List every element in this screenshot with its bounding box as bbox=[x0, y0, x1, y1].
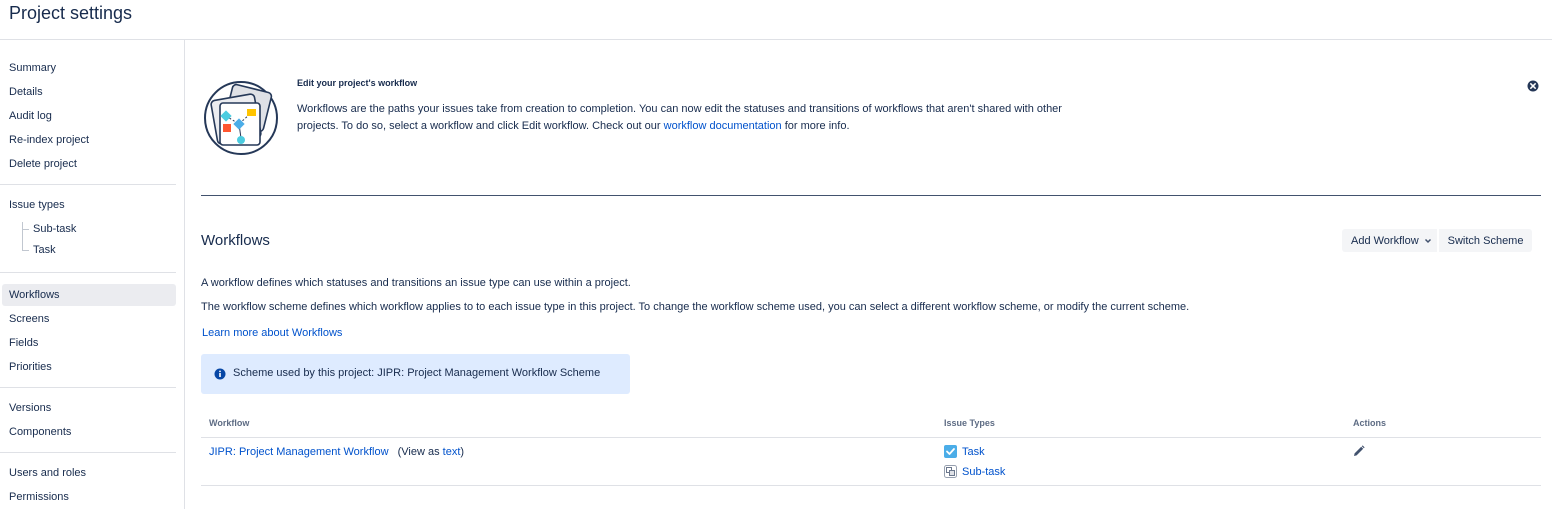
sidebar-item-issue-types[interactable]: Issue types bbox=[2, 194, 176, 216]
sidebar-separator bbox=[0, 452, 176, 453]
issue-type-task: Task bbox=[944, 445, 985, 458]
learn-more-link[interactable]: Learn more about Workflows bbox=[202, 327, 342, 339]
workflow-actions: Add Workflow Switch Scheme bbox=[1342, 229, 1533, 252]
banner-title: Edit your project's workflow bbox=[297, 78, 418, 88]
subtask-icon bbox=[944, 465, 957, 478]
banner-text: Workflows are the paths your issues take… bbox=[297, 101, 1097, 135]
column-header-workflow: Workflow bbox=[209, 418, 250, 428]
issue-type-sub-task-link[interactable]: Sub-task bbox=[962, 466, 1005, 478]
add-workflow-button[interactable]: Add Workflow bbox=[1342, 229, 1437, 252]
view-as-text-link[interactable]: text bbox=[443, 446, 461, 458]
sidebar-separator bbox=[0, 387, 176, 388]
sidebar-item-users-and-roles[interactable]: Users and roles bbox=[2, 462, 176, 484]
tree-line bbox=[22, 229, 29, 230]
page-title: Project settings bbox=[9, 3, 133, 23]
sidebar-item-details[interactable]: Details bbox=[2, 81, 176, 103]
workflow-description: A workflow defines which statuses and tr… bbox=[201, 277, 631, 289]
banner-text-part: for more info. bbox=[781, 120, 850, 132]
tree-line bbox=[22, 250, 29, 251]
chevron-down-icon bbox=[1424, 238, 1431, 243]
divider bbox=[201, 195, 1541, 196]
close-icon[interactable] bbox=[1527, 80, 1539, 92]
view-as-label: (View as bbox=[397, 446, 443, 458]
sidebar-item-audit-log[interactable]: Audit log bbox=[2, 105, 176, 127]
main-content: Edit your project's workflow Workflows a… bbox=[185, 40, 1552, 509]
workflow-link[interactable]: JIPR: Project Management Workflow bbox=[209, 446, 389, 458]
issue-type-task-link[interactable]: Task bbox=[962, 446, 985, 458]
scheme-info-box: Scheme used by this project: JIPR: Projec… bbox=[201, 354, 630, 394]
page-header: Project settings bbox=[0, 0, 1552, 40]
switch-scheme-button[interactable]: Switch Scheme bbox=[1438, 229, 1533, 252]
add-workflow-label: Add Workflow bbox=[1351, 234, 1419, 247]
sidebar-item-workflows[interactable]: Workflows bbox=[2, 284, 176, 306]
workflow-illustration-icon bbox=[204, 81, 278, 155]
issue-type-sub-task: Sub-task bbox=[944, 465, 1005, 478]
sidebar-item-delete-project[interactable]: Delete project bbox=[2, 153, 176, 175]
task-icon bbox=[944, 445, 957, 458]
table-divider bbox=[201, 485, 1541, 486]
sidebar-item-screens[interactable]: Screens bbox=[2, 308, 176, 330]
scheme-name: JIPR: Project Management Workflow Scheme bbox=[377, 367, 601, 379]
info-icon bbox=[214, 368, 226, 380]
sidebar-item-task[interactable]: Task bbox=[33, 240, 56, 260]
sidebar-separator bbox=[0, 272, 176, 273]
sidebar-item-summary[interactable]: Summary bbox=[2, 57, 176, 79]
sidebar: Summary Details Audit log Re-index proje… bbox=[0, 40, 185, 509]
sidebar-separator bbox=[0, 184, 176, 185]
scheme-description: The workflow scheme defines which workfl… bbox=[201, 301, 1190, 313]
workflows-title: Workflows bbox=[201, 232, 270, 249]
sidebar-item-components[interactable]: Components bbox=[2, 421, 176, 443]
table-row: JIPR: Project Management Workflow (View … bbox=[209, 446, 464, 458]
sidebar-item-sub-task[interactable]: Sub-task bbox=[33, 219, 76, 239]
table-divider bbox=[201, 437, 1541, 438]
pencil-icon[interactable] bbox=[1353, 445, 1365, 457]
sidebar-item-permissions[interactable]: Permissions bbox=[2, 486, 176, 508]
sidebar-item-reindex-project[interactable]: Re-index project bbox=[2, 129, 176, 151]
scheme-label: Scheme used by this project: bbox=[233, 367, 375, 379]
tree-line bbox=[22, 222, 23, 250]
column-header-issue-types: Issue Types bbox=[944, 418, 995, 428]
sidebar-item-fields[interactable]: Fields bbox=[2, 332, 176, 354]
sidebar-item-versions[interactable]: Versions bbox=[2, 397, 176, 419]
scheme-info-text: Scheme used by this project: JIPR: Projec… bbox=[233, 367, 600, 379]
column-header-actions: Actions bbox=[1353, 418, 1387, 428]
workflow-documentation-link[interactable]: workflow documentation bbox=[664, 120, 782, 132]
sidebar-item-priorities[interactable]: Priorities bbox=[2, 356, 176, 378]
view-as-suffix: ) bbox=[460, 446, 465, 458]
